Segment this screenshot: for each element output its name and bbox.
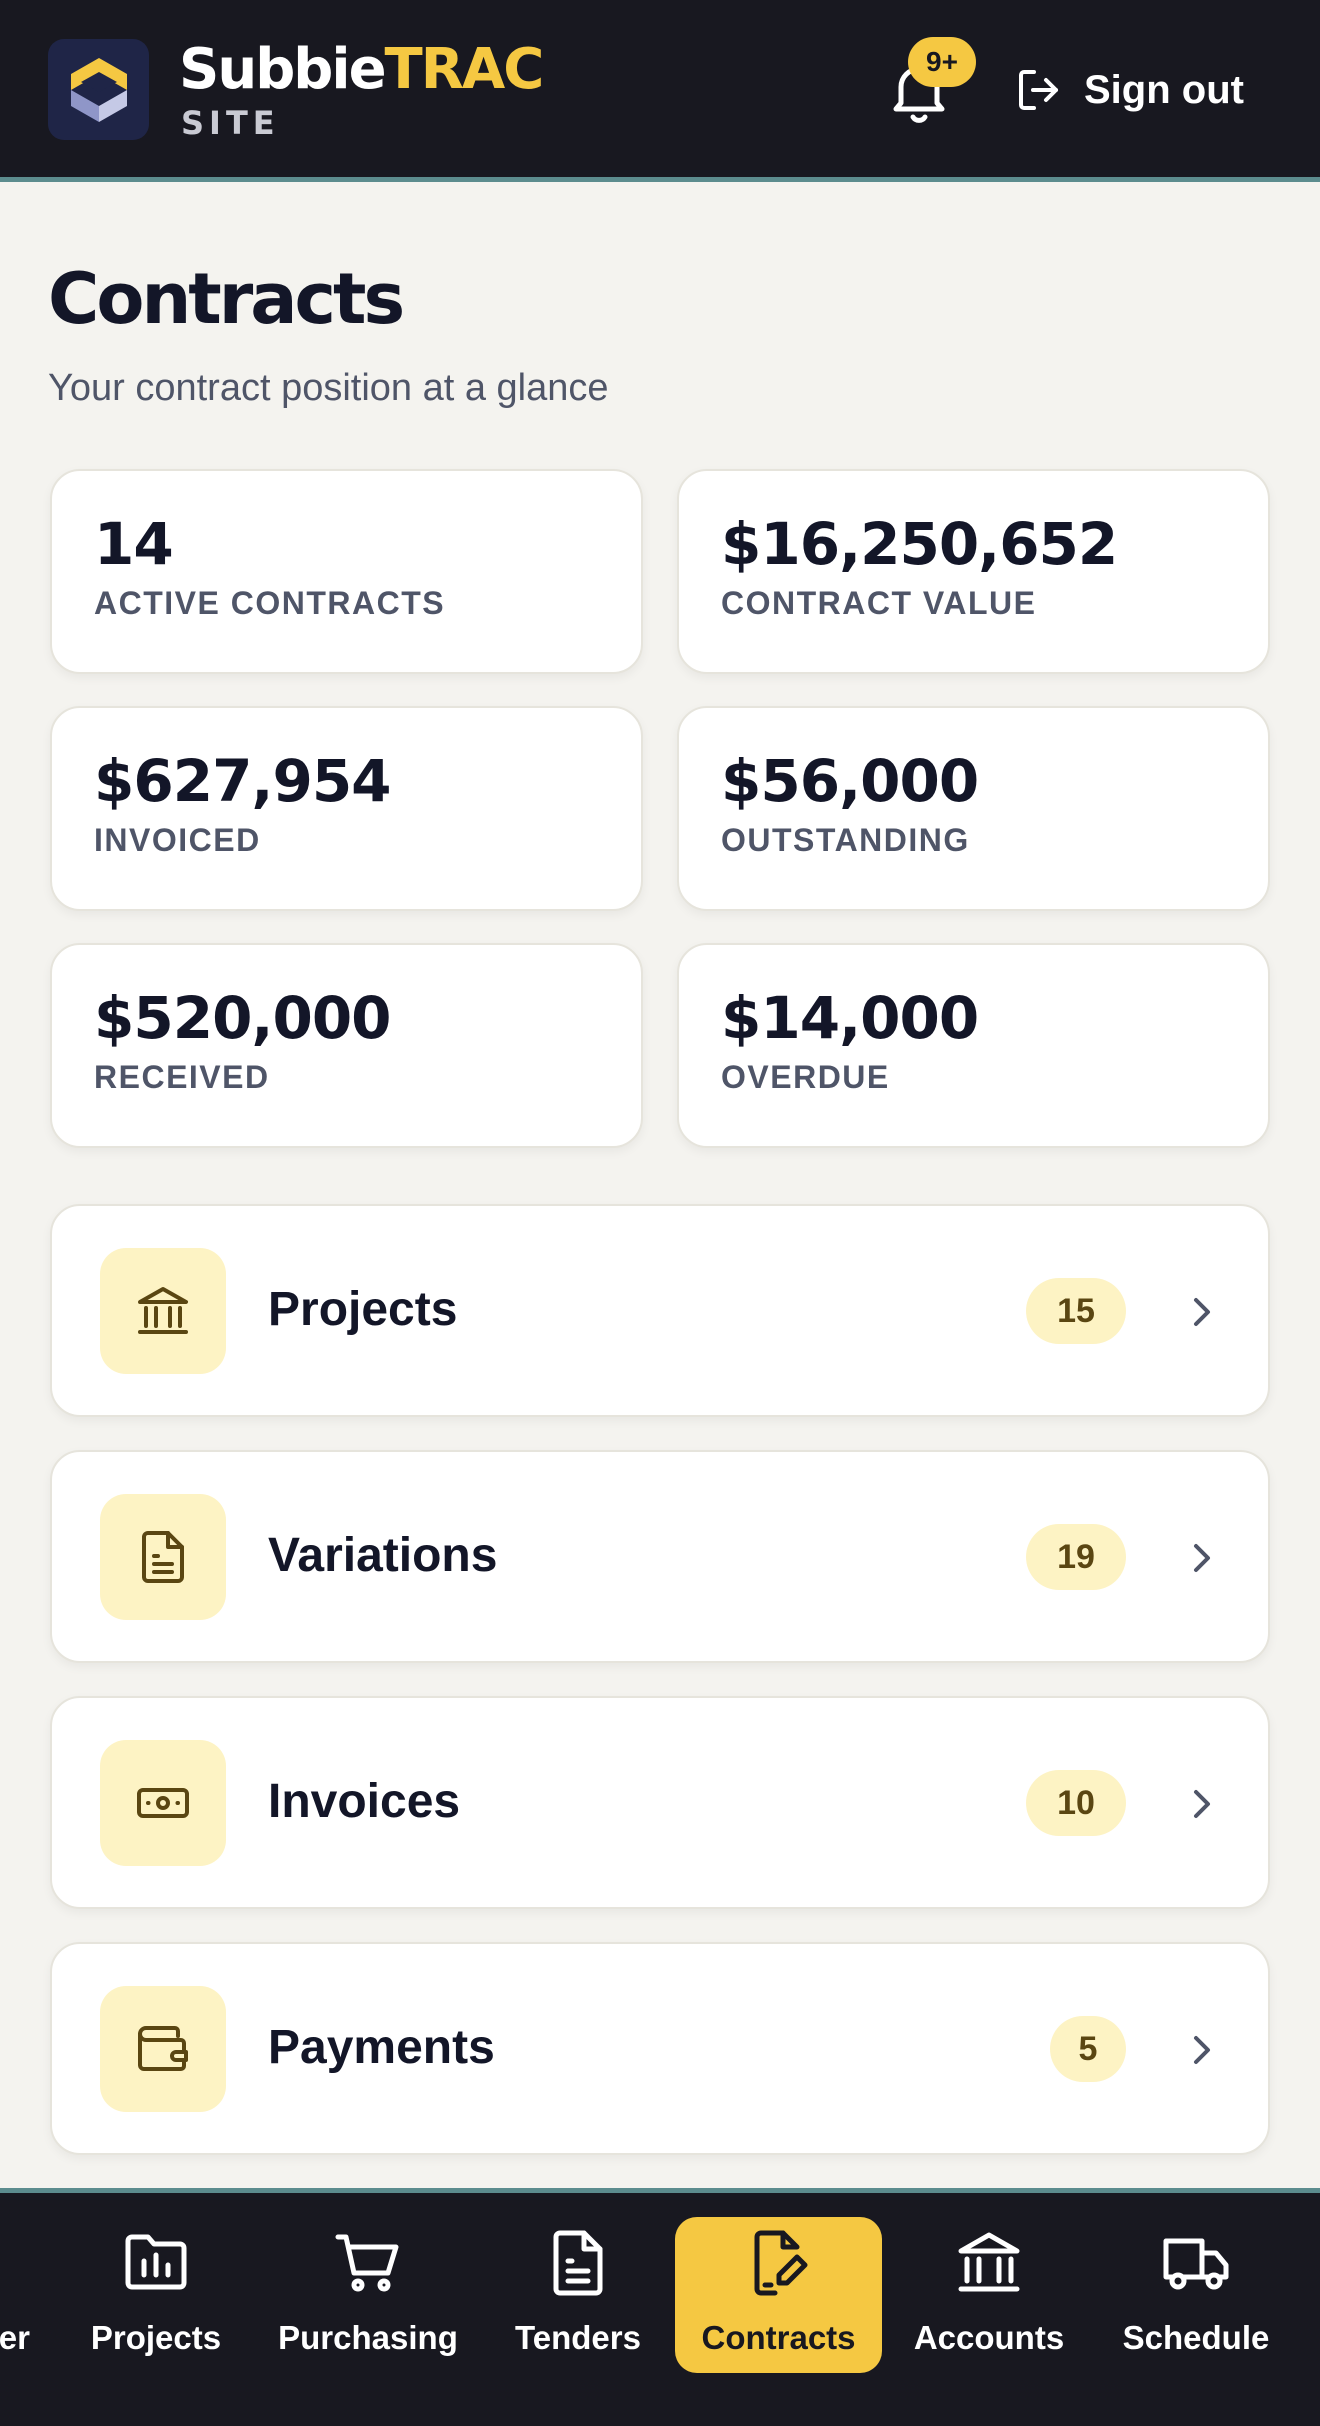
truck-icon bbox=[1163, 2238, 1229, 2290]
stat-label: INVOICED bbox=[94, 822, 261, 858]
stat-label: OUTSTANDING bbox=[721, 822, 970, 858]
payments-card[interactable]: Payments 5 bbox=[50, 1942, 1270, 2155]
card-icon-tile bbox=[100, 1248, 226, 1374]
nav-item-projects[interactable]: Projects bbox=[76, 2217, 236, 2373]
nav-item-schedule[interactable]: Schedule bbox=[1110, 2217, 1282, 2373]
stat-label: CONTRACT VALUE bbox=[721, 585, 1037, 621]
brand-name-part2: TRAC bbox=[384, 37, 545, 102]
logo[interactable] bbox=[48, 39, 149, 140]
nav-item-tenders[interactable]: Tenders bbox=[502, 2217, 654, 2373]
nav-item-partial[interactable]: er bbox=[0, 2217, 30, 2373]
stat-value: $627,954 bbox=[94, 747, 392, 815]
cart-icon bbox=[335, 2234, 399, 2292]
card-label: Variations bbox=[268, 1529, 498, 1582]
card-label: Payments bbox=[268, 2021, 495, 2074]
page-subtitle: Your contract position at a glance bbox=[48, 367, 609, 409]
chevron-right-icon bbox=[1194, 1298, 1210, 1326]
card-icon-tile bbox=[100, 1986, 226, 2112]
stat-value: $56,000 bbox=[721, 747, 979, 815]
nav-item-label: Contracts bbox=[701, 2319, 856, 2356]
brand-name: SubbieTRAC bbox=[179, 37, 545, 102]
projects-card[interactable]: Projects 15 bbox=[50, 1204, 1270, 1417]
card-icon-tile bbox=[100, 1740, 226, 1866]
card-label: Invoices bbox=[268, 1775, 461, 1828]
stat-card-outstanding: $56,000 OUTSTANDING bbox=[677, 706, 1270, 911]
count-badge: 15 bbox=[1026, 1278, 1126, 1344]
nav-item-label: Purchasing bbox=[278, 2319, 458, 2356]
bottom-nav: er Projects Purchasing Tenders Contracts… bbox=[0, 2188, 1320, 2426]
nav-item-label: Schedule bbox=[1122, 2319, 1270, 2356]
stat-label: OVERDUE bbox=[721, 1059, 890, 1095]
banknote-icon bbox=[137, 1788, 189, 1818]
chevron-right-icon bbox=[1194, 1790, 1210, 1818]
nav-item-accounts[interactable]: Accounts bbox=[906, 2217, 1072, 2373]
stat-card-received: $520,000 RECEIVED bbox=[50, 943, 643, 1148]
stat-label: RECEIVED bbox=[94, 1059, 270, 1095]
stat-value: $14,000 bbox=[721, 984, 979, 1052]
brand-name-part1: Subbie bbox=[179, 37, 387, 102]
chevron-right-icon bbox=[1194, 2036, 1210, 2064]
folder-chart-icon bbox=[125, 2234, 187, 2290]
variations-card[interactable]: Variations 19 bbox=[50, 1450, 1270, 1663]
brand-subtitle: SITE bbox=[181, 104, 280, 142]
stat-card-active-contracts: 14 ACTIVE CONTRACTS bbox=[50, 469, 643, 674]
bank-icon bbox=[958, 2232, 1020, 2292]
stat-card-invoiced: $627,954 INVOICED bbox=[50, 706, 643, 911]
count-badge: 19 bbox=[1026, 1524, 1126, 1590]
stat-card-contract-value: $16,250,652 CONTRACT VALUE bbox=[677, 469, 1270, 674]
page-title: Contracts bbox=[48, 258, 405, 340]
logo-icon bbox=[70, 57, 127, 122]
stat-card-overdue: $14,000 OVERDUE bbox=[677, 943, 1270, 1148]
nav-item-label: Projects bbox=[90, 2319, 222, 2356]
file-signature-icon bbox=[754, 2230, 807, 2296]
stat-value: $520,000 bbox=[94, 984, 392, 1052]
sign-out-label: Sign out bbox=[1084, 67, 1244, 112]
file-text-icon bbox=[553, 2230, 603, 2296]
stat-value: $16,250,652 bbox=[721, 510, 1118, 578]
document-icon bbox=[142, 1531, 184, 1583]
nav-item-purchasing[interactable]: Purchasing bbox=[266, 2217, 470, 2373]
bank-icon bbox=[138, 1287, 188, 1334]
notification-badge: 9+ bbox=[908, 37, 976, 87]
card-label: Projects bbox=[268, 1283, 458, 1336]
nav-item-label: er bbox=[0, 2319, 30, 2356]
app-header: SubbieTRAC SITE 9+ Sign out bbox=[0, 0, 1320, 182]
count-badge: 10 bbox=[1026, 1770, 1126, 1836]
count-badge: 5 bbox=[1050, 2016, 1126, 2082]
wallet-icon bbox=[138, 2026, 188, 2071]
nav-item-contracts[interactable]: Contracts bbox=[675, 2217, 882, 2373]
nav-item-label: Accounts bbox=[913, 2319, 1065, 2356]
nav-item-label: Tenders bbox=[515, 2319, 641, 2356]
stat-label: ACTIVE CONTRACTS bbox=[94, 585, 446, 621]
card-icon-tile bbox=[100, 1494, 226, 1620]
sign-out-button[interactable]: Sign out bbox=[1018, 62, 1244, 118]
sign-out-icon bbox=[1019, 70, 1058, 110]
chevron-right-icon bbox=[1194, 1544, 1210, 1572]
invoices-card[interactable]: Invoices 10 bbox=[50, 1696, 1270, 1909]
stat-value: 14 bbox=[94, 510, 174, 578]
